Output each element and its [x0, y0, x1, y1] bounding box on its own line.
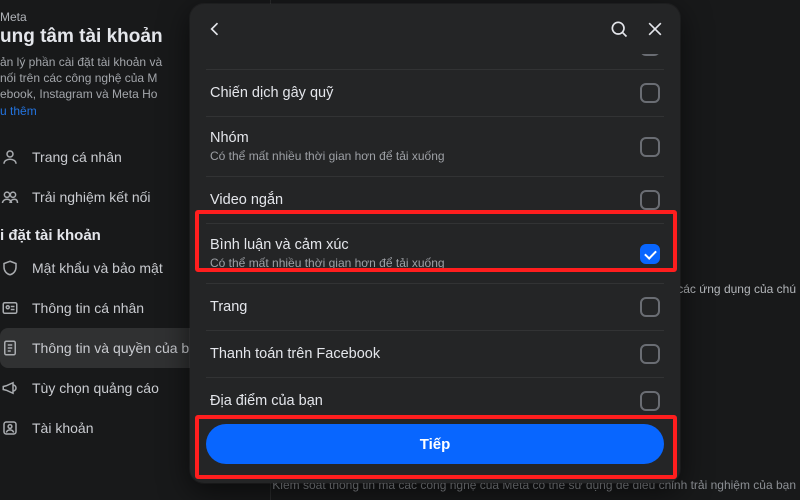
option-row-pages[interactable]: Trang — [206, 284, 664, 331]
modal-header — [190, 4, 680, 54]
sidebar-item-label: Tùy chọn quảng cáo — [32, 380, 159, 396]
option-title: Địa điểm của bạn — [210, 393, 323, 409]
bg-right-text-1: các ứng dụng của chú — [677, 282, 796, 296]
sidebar-item-label: Trang cá nhân — [32, 149, 122, 165]
checkbox[interactable] — [640, 344, 660, 364]
doc-icon — [0, 338, 20, 358]
download-select-modal: Chiến dịch gây quỹ Nhóm Có thể mất nhiều… — [190, 4, 680, 483]
next-button[interactable]: Tiếp — [206, 424, 664, 464]
sidebar-item-label: Tài khoản — [32, 420, 93, 436]
shield-icon — [0, 258, 20, 278]
option-title: Video ngắn — [210, 192, 283, 208]
close-button[interactable] — [644, 18, 666, 40]
option-row-cutoff[interactable] — [206, 54, 664, 70]
option-row-reels[interactable]: Video ngắn — [206, 177, 664, 224]
option-row-groups[interactable]: Nhóm Có thể mất nhiều thời gian hơn để t… — [206, 117, 664, 177]
option-title: Thanh toán trên Facebook — [210, 346, 380, 362]
option-row-location[interactable]: Địa điểm của bạn — [206, 378, 664, 417]
id-card-icon — [0, 298, 20, 318]
option-subtitle: Có thể mất nhiều thời gian hơn để tải xu… — [210, 149, 445, 163]
checkbox[interactable] — [640, 391, 660, 411]
option-row-comments-reactions[interactable]: Bình luận và cảm xúc Có thể mất nhiều th… — [206, 224, 664, 284]
checkbox[interactable] — [640, 297, 660, 317]
checkbox[interactable] — [640, 54, 660, 56]
checkbox[interactable] — [640, 190, 660, 210]
option-row-fundraisers[interactable]: Chiến dịch gây quỹ — [206, 70, 664, 117]
sidebar-item-label: Mật khẩu và bảo mật — [32, 260, 163, 276]
option-title: Nhóm — [210, 130, 445, 146]
modal-footer: Tiếp — [190, 417, 680, 483]
sidebar-item-label: Thông tin cá nhân — [32, 300, 144, 316]
modal-body: Chiến dịch gây quỹ Nhóm Có thể mất nhiều… — [190, 54, 680, 417]
profile-icon — [0, 147, 20, 167]
megaphone-icon — [0, 378, 20, 398]
option-title: Bình luận và cảm xúc — [210, 237, 445, 253]
checkbox-checked[interactable] — [640, 244, 660, 264]
option-row-payments[interactable]: Thanh toán trên Facebook — [206, 331, 664, 378]
learn-more-link[interactable]: u thêm — [0, 104, 37, 118]
back-button[interactable] — [204, 18, 226, 40]
connected-icon — [0, 187, 20, 207]
search-button[interactable] — [608, 18, 630, 40]
accounts-icon — [0, 418, 20, 438]
option-title: Chiến dịch gây quỹ — [210, 85, 333, 101]
option-subtitle: Có thể mất nhiều thời gian hơn để tải xu… — [210, 256, 445, 270]
sidebar-item-label: Thông tin và quyền của b — [32, 340, 189, 356]
sidebar-item-label: Trải nghiệm kết nối — [32, 189, 151, 205]
option-title: Trang — [210, 299, 247, 315]
checkbox[interactable] — [640, 83, 660, 103]
checkbox[interactable] — [640, 137, 660, 157]
